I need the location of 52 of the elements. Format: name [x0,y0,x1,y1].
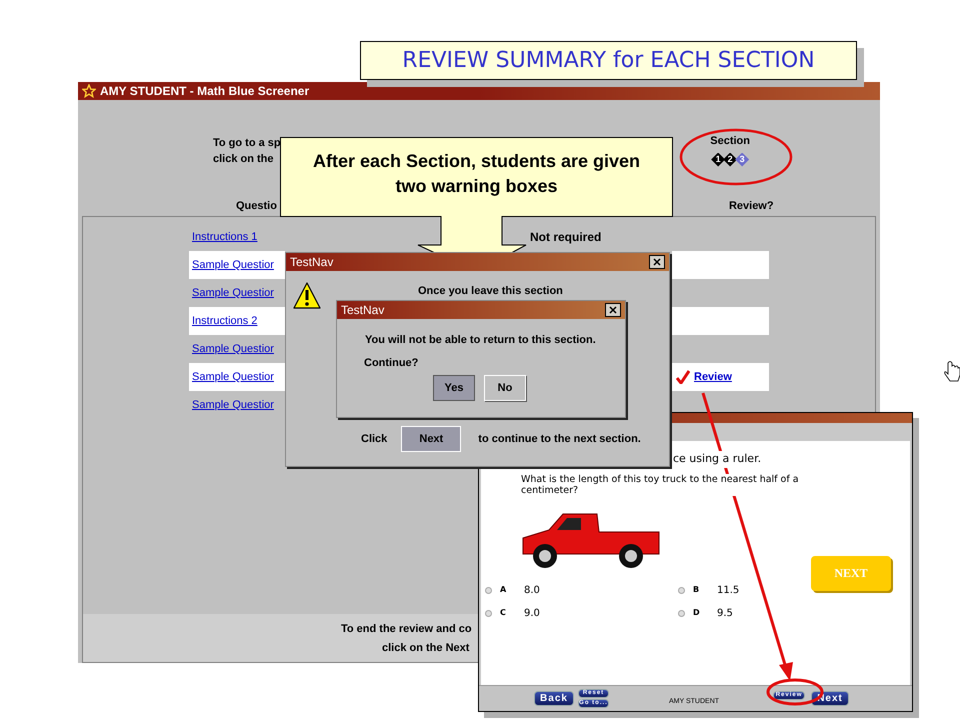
close-button[interactable] [649,255,665,269]
instruction-text: click on the [213,152,275,167]
question-link[interactable]: Sample Questior [192,256,274,274]
question-link[interactable]: Instructions 2 [192,312,258,330]
close-icon [653,258,661,266]
window-title: AMY STUDENT - Math Blue Screener [100,83,310,100]
dialog-title: TestNav [341,302,384,319]
radio-button[interactable] [485,586,492,594]
dialog-title: TestNav [290,254,334,271]
choice-letter: C [500,607,507,619]
section-step[interactable]: 1 [711,152,726,166]
choice-value: 11.5 [717,584,740,598]
column-header: Review? [728,198,774,214]
radio-button[interactable] [678,586,685,594]
section-step[interactable]: 2 [723,152,738,166]
dialog-message: You will not be able to return to this section. [365,333,597,348]
dialog-text: Click [361,432,388,447]
radio-button[interactable] [678,610,685,616]
star-icon [82,84,96,98]
choice-letter: D [693,607,701,619]
callout-text: After each Section, students are given two warning boxes [312,150,642,198]
warning-icon [292,281,322,311]
instruction-text: To go to a sp [213,136,281,151]
dialog-button[interactable]: Yes [433,375,475,401]
dialog-text: to continue to the next section. [478,432,641,447]
choice-letter: A [500,584,508,596]
question-link[interactable]: Instructions 1 [192,228,258,246]
close-icon [609,306,617,314]
dialog-button[interactable]: No [484,375,526,401]
back-button[interactable]: Back [534,691,574,706]
column-header: Questio [236,198,277,214]
question-link[interactable]: Sample Questior [192,368,274,386]
status-text: Not required [530,229,602,246]
question-link[interactable]: Sample Questior [192,284,274,302]
review-link[interactable]: Review [694,368,732,386]
prompt-text: ce using a ruler. [673,451,762,468]
choice-letter: B [693,584,700,596]
close-button[interactable] [605,303,621,317]
dialog-message: Once you leave this section [418,284,563,299]
next-button[interactable]: Next [401,426,462,452]
radio-button[interactable] [485,610,492,616]
choice-value: 9.5 [717,606,733,620]
section-label: Section [710,134,750,149]
choice-value: 8.0 [524,584,540,598]
footer-text: To end the review and co [341,622,472,637]
slide-title: REVIEW SUMMARY for EACH SECTION [402,47,815,75]
footer-text: click on the Next [382,641,470,656]
section-step[interactable]: 3 [735,152,750,166]
question-link[interactable]: Sample Questior [192,340,274,358]
dialog-question: Continue? [364,356,420,370]
choice-value: 9.0 [524,606,540,620]
question-link[interactable]: Sample Questior [192,396,274,414]
